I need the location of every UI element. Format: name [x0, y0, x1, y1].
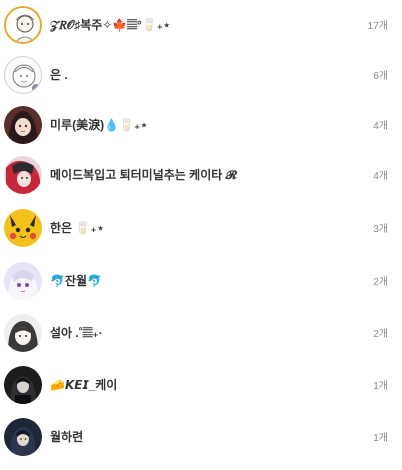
member-count: 2개 — [373, 329, 388, 340]
avatar-image — [6, 8, 40, 42]
avatar-image — [4, 156, 42, 194]
member-name: 설아 .˚𝄚₊· — [50, 326, 103, 340]
avatar — [4, 209, 42, 247]
avatar-image — [4, 262, 42, 300]
member-name: 은 . — [50, 68, 68, 82]
avatar — [4, 6, 42, 44]
avatar-image — [4, 418, 42, 456]
avatar — [4, 314, 42, 352]
avatar — [4, 366, 42, 404]
member-name: 메이드복입고 퇴터미널추는 케이타 𝓡 — [50, 168, 237, 182]
list-item[interactable]: 은 . 6개 — [0, 52, 402, 104]
avatar-image — [4, 314, 42, 352]
member-name: 🧀𝙆𝙀𝙄_케이 — [50, 378, 118, 392]
list-item[interactable]: 월하련 1개 — [0, 414, 402, 466]
list-item[interactable]: 🐬잔월🐬 2개 — [0, 258, 402, 310]
avatar — [4, 106, 42, 144]
list-item[interactable]: 설아 .˚𝄚₊· 2개 — [0, 310, 402, 362]
avatar-image — [4, 209, 42, 247]
member-name: 🐬잔월🐬 — [50, 274, 102, 288]
member-count: 1개 — [373, 381, 388, 392]
avatar — [4, 262, 42, 300]
list-item[interactable]: 미루(美淚)💧🥛₊⋆ 4개 — [0, 102, 402, 154]
member-name: 월하련 — [50, 430, 84, 444]
avatar — [4, 56, 42, 94]
member-list: 𝒵𝑅𝒪♯복주✧🍁𝄚°🥛₊⋆ 17개 은 . 6개 미루(美淚)💧🥛₊⋆ 4개 메… — [0, 0, 402, 470]
avatar-image — [4, 106, 42, 144]
list-item[interactable]: 🧀𝙆𝙀𝙄_케이 1개 — [0, 362, 402, 414]
member-count: 4개 — [373, 121, 388, 132]
member-name: 미루(美淚)💧🥛₊⋆ — [50, 118, 148, 132]
member-count: 1개 — [373, 433, 388, 444]
member-count: 3개 — [373, 224, 388, 235]
member-count: 2개 — [373, 277, 388, 288]
member-count: 17개 — [367, 21, 388, 32]
avatar — [4, 418, 42, 456]
list-item[interactable]: 메이드복입고 퇴터미널추는 케이타 𝓡 4개 — [0, 152, 402, 204]
avatar-image — [5, 57, 41, 93]
avatar-image — [4, 366, 42, 404]
member-name: 𝒵𝑅𝒪♯복주✧🍁𝄚°🥛₊⋆ — [50, 18, 171, 32]
member-count: 6개 — [373, 71, 388, 82]
avatar — [4, 156, 42, 194]
member-count: 4개 — [373, 171, 388, 182]
member-name: 한은 🥛₊⋆ — [50, 221, 105, 235]
list-item[interactable]: 한은 🥛₊⋆ 3개 — [0, 205, 402, 257]
list-item[interactable]: 𝒵𝑅𝒪♯복주✧🍁𝄚°🥛₊⋆ 17개 — [0, 2, 402, 54]
